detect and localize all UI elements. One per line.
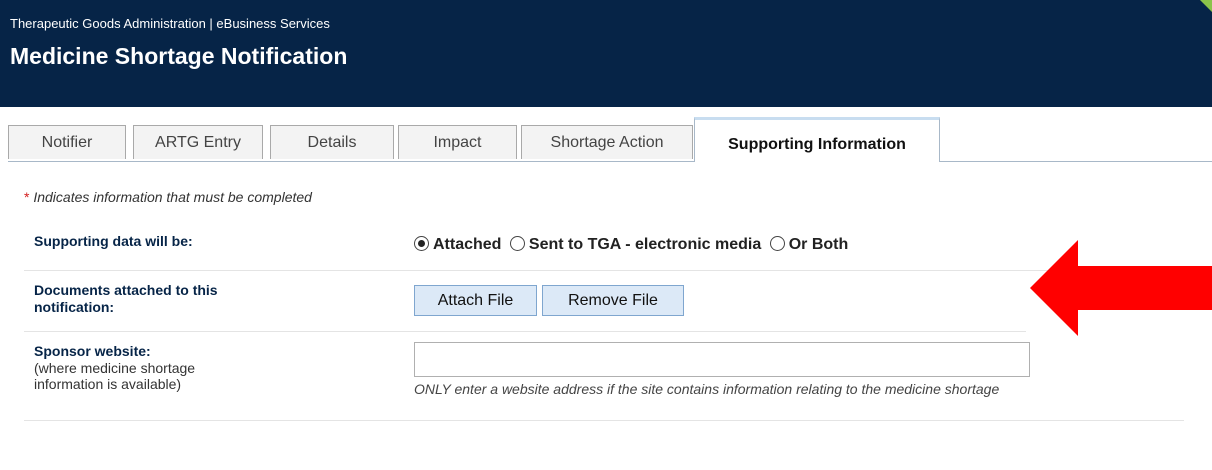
documents-label: Documents attached to this notification: bbox=[34, 282, 218, 316]
supporting-data-row: Supporting data will be: Attached Sent t… bbox=[24, 224, 1184, 271]
supporting-data-label: Supporting data will be: bbox=[34, 233, 193, 249]
website-label: Sponsor website: bbox=[34, 343, 151, 359]
page-title: Medicine Shortage Notification bbox=[10, 43, 348, 69]
tab-notifier[interactable]: Notifier bbox=[8, 125, 126, 159]
website-sublabel-line2: information is available) bbox=[34, 376, 182, 392]
attach-file-button[interactable]: Attach File bbox=[414, 285, 537, 316]
website-sublabel-line1: (where medicine shortage bbox=[34, 360, 196, 376]
tab-shortage-action[interactable]: Shortage Action bbox=[521, 125, 693, 159]
documents-label-line2: notification: bbox=[34, 299, 115, 315]
required-note-text: Indicates information that must be compl… bbox=[33, 189, 312, 205]
arrow-shape bbox=[1030, 240, 1212, 336]
website-sublabel: (where medicine shortage information is … bbox=[34, 360, 195, 392]
documents-label-line1: Documents attached to this bbox=[34, 282, 218, 298]
radio-sent-to-tga-label[interactable]: Sent to TGA - electronic media bbox=[529, 236, 761, 253]
radio-attached-label[interactable]: Attached bbox=[433, 236, 501, 253]
website-row: Sponsor website: (where medicine shortag… bbox=[24, 332, 1184, 421]
corner-accent bbox=[1200, 0, 1212, 12]
tab-artg-entry[interactable]: ARTG Entry bbox=[133, 125, 263, 159]
tab-bar: Notifier ARTG Entry Details Impact Short… bbox=[8, 115, 1212, 162]
tab-details[interactable]: Details bbox=[270, 125, 394, 159]
required-star: * bbox=[24, 189, 30, 205]
radio-or-both[interactable] bbox=[769, 236, 785, 251]
left-arrow-icon bbox=[1030, 240, 1212, 336]
documents-row: Documents attached to this notification:… bbox=[24, 270, 1026, 332]
website-hint: ONLY enter a website address if the site… bbox=[414, 381, 1000, 397]
required-note: * Indicates information that must be com… bbox=[24, 189, 312, 205]
radio-sent-to-tga[interactable] bbox=[509, 236, 525, 251]
tab-supporting-information[interactable]: Supporting Information bbox=[694, 117, 940, 162]
remove-file-button[interactable]: Remove File bbox=[542, 285, 684, 316]
radio-attached[interactable] bbox=[414, 236, 429, 251]
organization-name: Therapeutic Goods Administration | eBusi… bbox=[10, 16, 330, 31]
website-input[interactable] bbox=[414, 342, 1030, 377]
radio-or-both-label[interactable]: Or Both bbox=[789, 236, 849, 253]
app-header: Therapeutic Goods Administration | eBusi… bbox=[0, 0, 1212, 107]
tab-impact[interactable]: Impact bbox=[398, 125, 517, 159]
supporting-data-radio-group: Attached Sent to TGA - electronic media … bbox=[414, 236, 852, 254]
